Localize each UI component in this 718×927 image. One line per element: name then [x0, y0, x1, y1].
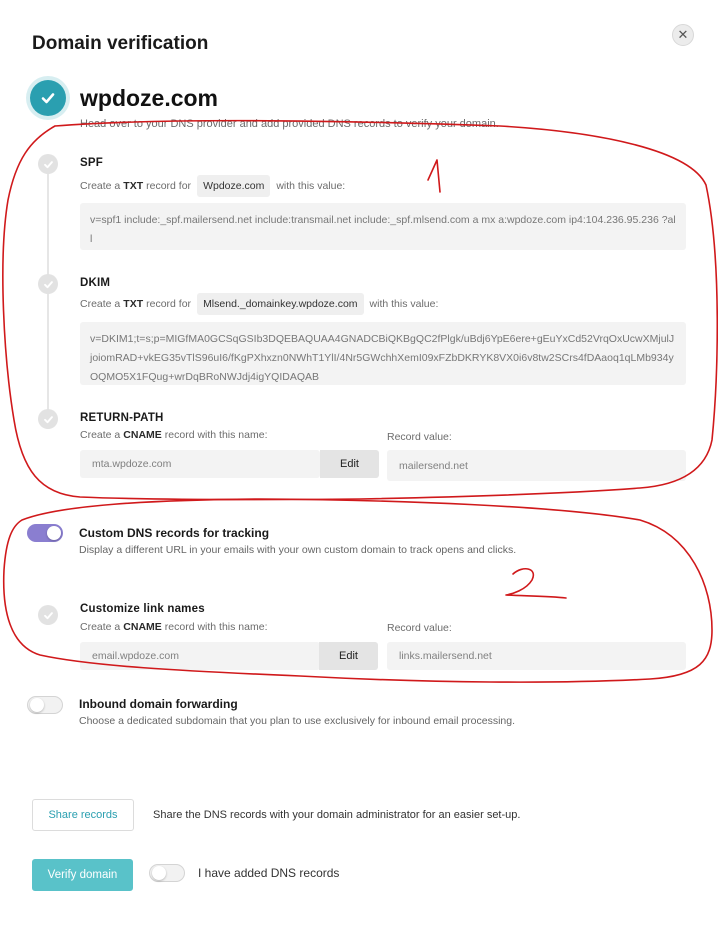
inbound-description: Choose a dedicated subdomain that you pl… — [79, 715, 516, 727]
link-names-record-value-label: Record value: — [387, 622, 452, 634]
dkim-check-icon — [38, 274, 58, 294]
dkim-prefix: Create a — [80, 298, 121, 310]
toggle-knob — [152, 866, 166, 880]
return-path-check-icon — [38, 409, 58, 429]
return-path-title: RETURN-PATH — [80, 412, 164, 424]
dkim-record-type: TXT — [123, 298, 144, 310]
share-records-button[interactable]: Share records — [32, 799, 134, 831]
link-names-title: Customize link names — [80, 603, 205, 615]
return-path-record-value[interactable]: mailersend.net — [387, 450, 686, 481]
return-path-edit-button[interactable]: Edit — [320, 450, 379, 478]
dkim-title: DKIM — [80, 277, 111, 289]
spf-host-chip[interactable]: Wpdoze.com — [197, 175, 271, 197]
link-names-instruction: Create a CNAME record with this name: — [80, 621, 268, 633]
dkim-host-chip[interactable]: Mlsend._domainkey.wpdoze.com — [197, 293, 364, 315]
annotation-2-stroke — [505, 567, 567, 599]
spf-check-icon — [38, 154, 58, 174]
domain-check-icon — [30, 80, 66, 116]
return-path-name-field[interactable]: mta.wpdoze.com — [80, 450, 320, 478]
domain-subtitle: Head over to your DNS provider and add p… — [80, 118, 499, 130]
toggle-knob — [47, 526, 61, 540]
link-names-name-field[interactable]: email.wpdoze.com — [80, 642, 320, 670]
annotation-1-stroke — [427, 159, 441, 193]
dkim-middle: record for — [146, 298, 192, 310]
close-button[interactable]: ✕ — [672, 24, 694, 46]
modal-title: Domain verification — [32, 33, 209, 54]
checkmark-icon — [41, 93, 55, 104]
spf-title: SPF — [80, 157, 103, 169]
dns-added-label: I have added DNS records — [198, 866, 340, 880]
link-names-edit-button[interactable]: Edit — [319, 642, 378, 670]
spf-record-type: TXT — [123, 180, 144, 192]
domain-name: wpdoze.com — [80, 85, 219, 111]
spf-prefix: Create a — [80, 180, 121, 192]
spf-suffix: with this value: — [276, 180, 346, 192]
spf-value[interactable]: v=spf1 include:_spf.mailersend.net inclu… — [80, 203, 686, 250]
link-names-record-type: CNAME — [123, 621, 162, 633]
close-icon: ✕ — [677, 27, 689, 42]
steps-timeline — [47, 168, 49, 420]
link-names-prefix: Create a — [80, 621, 121, 633]
toggle-knob — [30, 698, 44, 712]
inbound-toggle[interactable] — [27, 696, 63, 714]
spf-instruction: Create a TXT record for Wpdoze.com with … — [80, 175, 345, 197]
tracking-toggle[interactable] — [27, 524, 63, 542]
link-names-suffix: record with this name: — [164, 621, 268, 633]
return-path-suffix: record with this name: — [164, 429, 268, 441]
link-names-check-icon — [38, 605, 58, 625]
tracking-title: Custom DNS records for tracking — [79, 526, 270, 540]
spf-middle: record for — [146, 180, 192, 192]
dns-added-toggle[interactable] — [149, 864, 185, 882]
return-path-instruction: Create a CNAME record with this name: — [80, 429, 268, 441]
verify-domain-button[interactable]: Verify domain — [32, 859, 133, 891]
dkim-instruction: Create a TXT record for Mlsend._domainke… — [80, 293, 438, 315]
domain-verification-modal: Domain verification ✕ wpdoze.com Head ov… — [0, 0, 718, 927]
link-names-record-value[interactable]: links.mailersend.net — [387, 642, 686, 670]
return-path-record-type: CNAME — [123, 429, 162, 441]
dkim-suffix: with this value: — [369, 298, 439, 310]
inbound-title: Inbound domain forwarding — [79, 697, 238, 711]
return-path-prefix: Create a — [80, 429, 121, 441]
return-path-record-value-label: Record value: — [387, 431, 452, 443]
share-description: Share the DNS records with your domain a… — [153, 809, 521, 821]
tracking-description: Display a different URL in your emails w… — [79, 544, 517, 556]
dkim-value[interactable]: v=DKIM1;t=s;p=MIGfMA0GCSqGSIb3DQEBAQUAA4… — [80, 322, 686, 385]
